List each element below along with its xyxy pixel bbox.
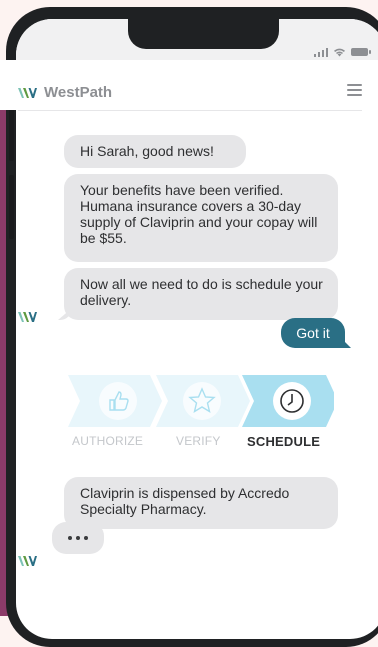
hamburger-menu-icon[interactable] — [347, 84, 362, 96]
brand[interactable]: WestPath — [18, 84, 112, 101]
thumbs-up-icon — [99, 382, 137, 420]
got-it-reply-button[interactable]: Got it — [281, 318, 345, 348]
status-icons — [314, 47, 371, 57]
step-label-authorize: AUTHORIZE — [72, 434, 144, 448]
wifi-icon — [334, 48, 345, 57]
volume-down-button — [9, 175, 14, 239]
step-label-verify: VERIFY — [176, 434, 221, 448]
chat-message: Now all we need to do is schedule your d… — [64, 268, 338, 320]
chat-message: Hi Sarah, good news! — [64, 135, 246, 168]
battery-icon — [351, 48, 371, 56]
progress-steps — [68, 375, 334, 427]
chat-message: Your benefits have been verified. Humana… — [64, 174, 338, 262]
star-icon — [183, 382, 221, 420]
bot-avatar-icon — [18, 556, 37, 566]
step-label-schedule: SCHEDULE — [247, 434, 321, 449]
header-divider — [18, 110, 362, 111]
westpath-logo-icon — [18, 87, 37, 98]
bot-avatar-icon — [18, 312, 37, 322]
brand-name: WestPath — [44, 84, 113, 101]
app-header: WestPath — [0, 60, 378, 110]
chat-message: Claviprin is dispensed by Accredo Specia… — [64, 477, 338, 529]
typing-indicator — [52, 522, 104, 554]
signal-icon — [314, 47, 328, 57]
notch — [128, 19, 279, 49]
clock-icon — [273, 382, 311, 420]
